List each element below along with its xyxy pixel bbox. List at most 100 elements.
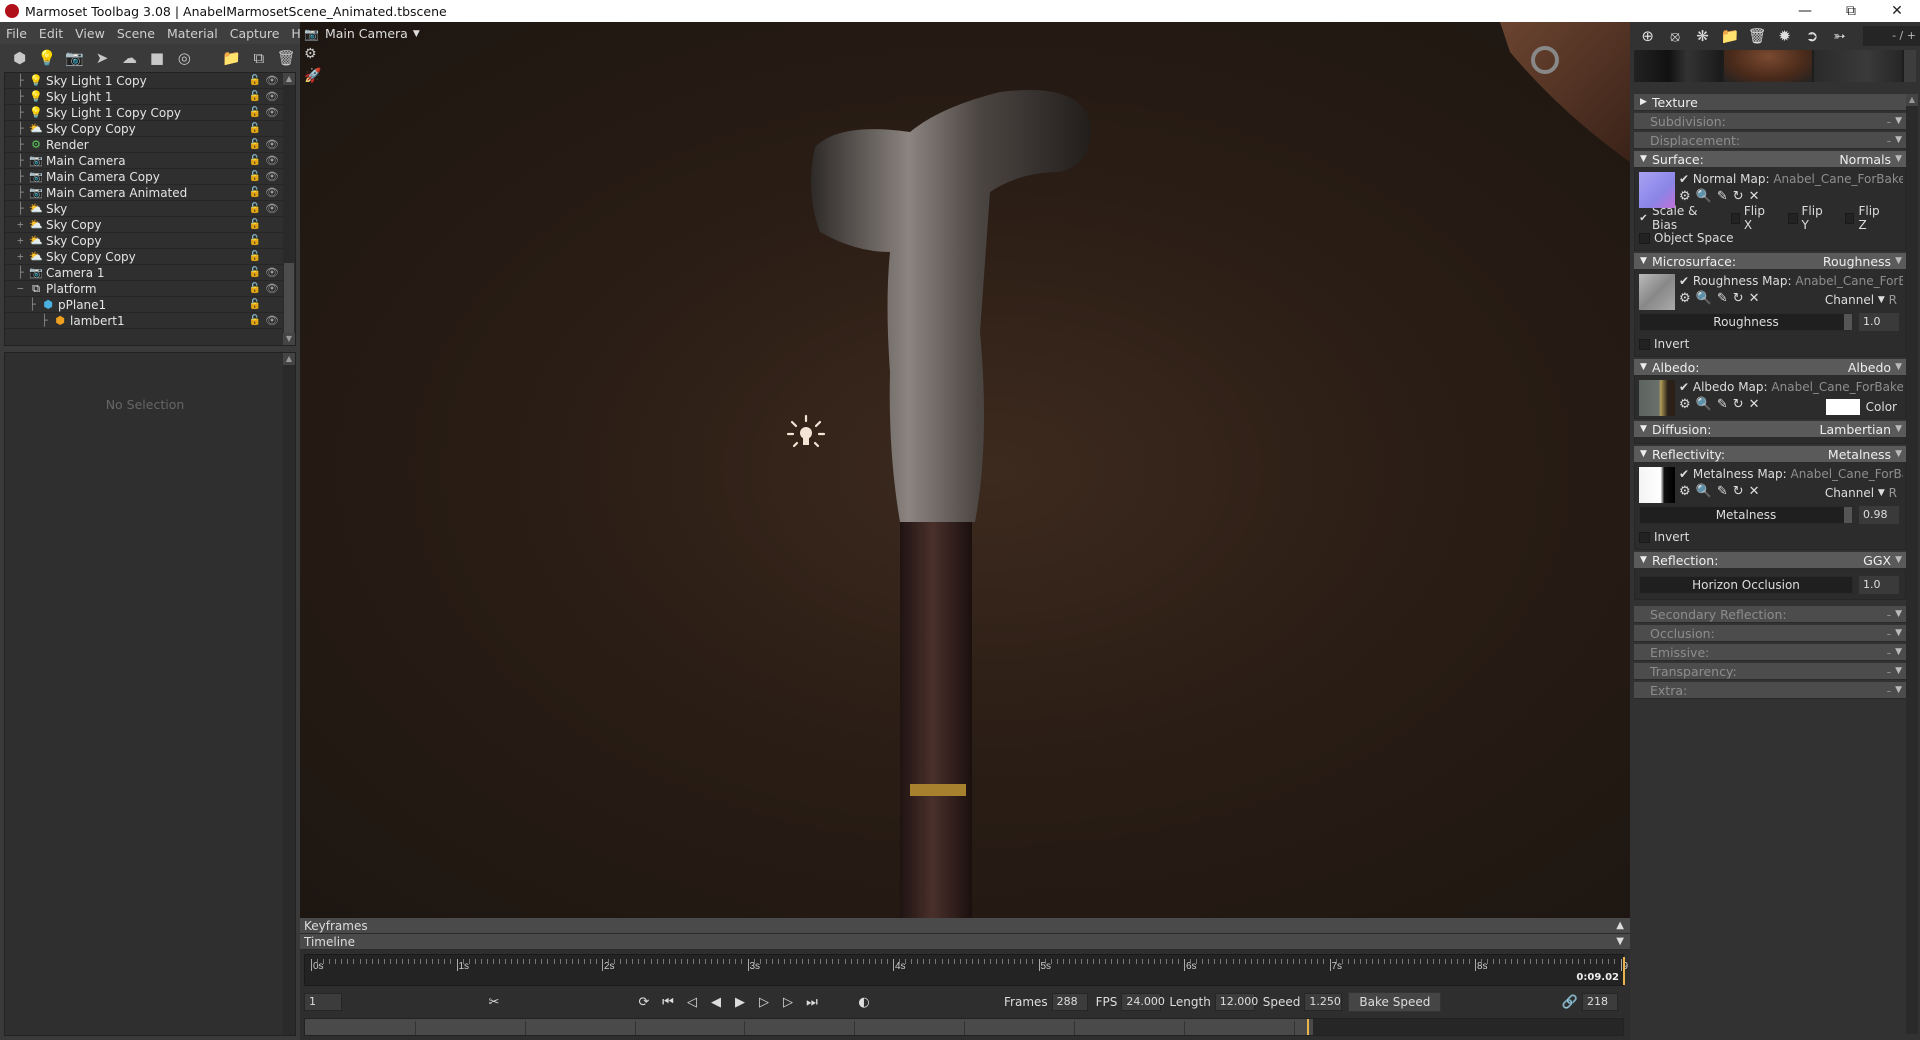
pencil-icon[interactable]: ✎ bbox=[1717, 189, 1733, 204]
secondary-reflection-section-header[interactable]: Secondary Reflection: - ▼ bbox=[1634, 606, 1906, 623]
delete-material-icon[interactable]: 🗑 bbox=[1744, 27, 1771, 45]
checker-icon[interactable]: ❋ bbox=[1689, 27, 1716, 45]
close-icon[interactable]: ✕ bbox=[1749, 189, 1765, 204]
close-button[interactable]: ✕ bbox=[1874, 0, 1920, 22]
scale-bias-checkbox[interactable]: ✔ Scale & Bias bbox=[1639, 204, 1713, 232]
light-gizmo-icon[interactable] bbox=[786, 414, 826, 454]
map-file-name[interactable]: Anabel_Cane_ForBake_Can bbox=[1773, 172, 1903, 186]
map-file-name[interactable]: Anabel_Cane_ForBake_C bbox=[1791, 467, 1903, 481]
eye-icon[interactable]: 👁 bbox=[265, 106, 279, 119]
flip-z-checkbox[interactable]: Flip Z bbox=[1845, 204, 1885, 232]
close-icon[interactable]: ✕ bbox=[1749, 484, 1765, 499]
scroll-down-arrow[interactable]: ▼ bbox=[283, 333, 295, 345]
outliner-item[interactable]: ├ ⚙ Render 🔓 👁 bbox=[5, 137, 285, 153]
material-scrollbar[interactable]: ▲ bbox=[1906, 94, 1918, 1034]
extra-section-header[interactable]: Extra: - ▼ bbox=[1634, 682, 1906, 699]
tree-connector[interactable]: + bbox=[5, 250, 29, 263]
close-icon[interactable]: ✕ bbox=[1749, 291, 1765, 306]
length-field[interactable]: 12.000 bbox=[1214, 993, 1258, 1011]
scrub-marker[interactable] bbox=[1306, 1019, 1309, 1035]
chevron-down-icon[interactable]: ▼ bbox=[1895, 256, 1902, 266]
duplicate-material-icon[interactable]: ⦻ bbox=[1661, 27, 1688, 45]
timeline-scrubber[interactable] bbox=[304, 1018, 1624, 1036]
checkmark-icon[interactable]: ✔ bbox=[1679, 172, 1689, 186]
map-file-name[interactable]: Anabel_Cane_ForBake_Can bbox=[1771, 380, 1903, 394]
assign-material-icon[interactable]: ✹ bbox=[1771, 27, 1798, 45]
outliner-item[interactable]: + ⛅ Sky Copy 🔓 bbox=[5, 217, 285, 233]
add-bake-icon[interactable]: ■ bbox=[143, 47, 170, 69]
minimize-button[interactable]: — bbox=[1782, 0, 1828, 22]
add-shadow-catcher-icon[interactable]: ➤ bbox=[88, 47, 115, 69]
reload-icon[interactable]: ↻ bbox=[1733, 291, 1749, 306]
gear-icon[interactable]: ⚙ bbox=[1679, 397, 1696, 412]
invert-checkbox[interactable]: Invert bbox=[1639, 337, 1689, 351]
chevron-down-icon[interactable]: ▼ bbox=[1895, 609, 1902, 619]
roughness-map-thumbnail[interactable] bbox=[1639, 274, 1675, 310]
outliner-item[interactable]: ├ 📷 Main Camera Animated 🔓 👁 bbox=[5, 185, 285, 201]
chevron-down-icon[interactable]: ▼ bbox=[1895, 628, 1902, 638]
search-icon[interactable]: 🔍 bbox=[1696, 189, 1717, 204]
albedo-color-swatch[interactable] bbox=[1825, 399, 1860, 415]
skip-to-end-icon[interactable]: ⏭ bbox=[800, 995, 824, 1010]
collapse-up-icon[interactable]: ▲ bbox=[1616, 918, 1624, 934]
outliner-item[interactable]: ├ 📷 Camera 1 🔓 👁 bbox=[5, 265, 285, 281]
lock-icon[interactable]: 🔓 bbox=[249, 91, 261, 102]
add-turntable-icon[interactable]: ◎ bbox=[171, 47, 198, 69]
properties-scrollbar[interactable]: ▲ bbox=[283, 353, 295, 1035]
close-icon[interactable]: ✕ bbox=[1749, 397, 1765, 412]
lock-icon[interactable]: 🔓 bbox=[249, 187, 261, 198]
tree-connector[interactable]: + bbox=[5, 234, 29, 247]
lock-icon[interactable]: 🔓 bbox=[249, 299, 261, 310]
pencil-icon[interactable]: ✎ bbox=[1717, 484, 1733, 499]
link-icon[interactable]: 🔗 bbox=[1558, 995, 1582, 1010]
menu-scene[interactable]: Scene bbox=[111, 26, 161, 41]
tree-connector[interactable]: + bbox=[5, 218, 29, 231]
speed-field[interactable]: 1.250 bbox=[1304, 993, 1343, 1011]
occlusion-section-header[interactable]: Occlusion: - ▼ bbox=[1634, 625, 1906, 642]
open-folder-icon[interactable]: 📁 bbox=[218, 47, 245, 69]
chevron-down-icon[interactable]: ▼ bbox=[1895, 449, 1902, 459]
metalness-slider[interactable]: Metalness bbox=[1639, 506, 1853, 524]
timeline-header[interactable]: Timeline ▼ bbox=[300, 934, 1630, 950]
time-ruler[interactable]: 0:09.02 0s1s2s3s4s5s6s7s8s9 bbox=[304, 954, 1628, 986]
add-mesh-icon[interactable]: ⬢ bbox=[6, 47, 33, 69]
displacement-section-header[interactable]: Displacement: - ▼ bbox=[1634, 132, 1906, 149]
channel-selector[interactable]: Channel ▼ R bbox=[1825, 486, 1897, 500]
reload-icon[interactable]: ↻ bbox=[1733, 397, 1749, 412]
outliner-item[interactable]: ├ 📷 Main Camera 🔓 👁 bbox=[5, 153, 285, 169]
surface-section-header[interactable]: ▼ Surface: Normals ▼ bbox=[1634, 151, 1906, 168]
normal-map-thumbnail[interactable] bbox=[1639, 172, 1675, 208]
outliner-item[interactable]: ├ 📷 Main Camera Copy 🔓 👁 bbox=[5, 169, 285, 185]
pencil-icon[interactable]: ✎ bbox=[1717, 291, 1733, 306]
rocket-icon[interactable]: 🚀 bbox=[304, 68, 321, 84]
outliner-item[interactable]: − ⧉ Platform 🔓 👁 bbox=[5, 281, 285, 297]
restore-button[interactable]: ⧉ bbox=[1828, 0, 1874, 22]
eye-icon[interactable]: 👁 bbox=[265, 282, 279, 295]
outliner-item[interactable]: ├ ⬢ pPlane1 🔓 bbox=[5, 297, 285, 313]
chevron-down-icon[interactable]: ▼ bbox=[1895, 135, 1902, 145]
eye-icon[interactable]: 👁 bbox=[265, 90, 279, 103]
gear-icon[interactable]: ⚙ bbox=[1679, 484, 1696, 499]
lock-icon[interactable]: 🔓 bbox=[249, 219, 261, 230]
outliner-item[interactable]: ├ ⬢ lambert1 🔓 👁 bbox=[5, 313, 285, 329]
lock-icon[interactable]: 🔓 bbox=[249, 75, 261, 86]
menu-view[interactable]: View bbox=[69, 26, 111, 41]
duplicate-icon[interactable]: ⧉ bbox=[245, 47, 272, 69]
chevron-down-icon[interactable]: ▼ bbox=[1895, 647, 1902, 657]
add-sky-icon[interactable]: ☁ bbox=[116, 47, 143, 69]
scissors-icon[interactable]: ✂ bbox=[482, 995, 506, 1010]
gear-icon[interactable]: ⚙ bbox=[1679, 189, 1696, 204]
eye-icon[interactable]: 👁 bbox=[265, 154, 279, 167]
chevron-down-icon[interactable]: ▼ bbox=[1895, 685, 1902, 695]
keyframes-header[interactable]: Keyframes ▲ bbox=[300, 918, 1630, 934]
link-value-field[interactable]: 218 bbox=[1582, 993, 1618, 1011]
eye-icon[interactable]: 👁 bbox=[265, 266, 279, 279]
reflectivity-section-header[interactable]: ▼ Reflectivity: Metalness ▼ bbox=[1634, 446, 1906, 463]
checkmark-icon[interactable]: ✔ bbox=[1679, 380, 1689, 394]
lock-icon[interactable]: 🔓 bbox=[249, 251, 261, 262]
previous-key-icon[interactable]: ◁ bbox=[680, 995, 704, 1010]
object-space-checkbox[interactable]: Object Space bbox=[1639, 231, 1733, 245]
menu-edit[interactable]: Edit bbox=[33, 26, 69, 41]
checkmark-icon[interactable]: ✔ bbox=[1679, 467, 1689, 481]
pencil-icon[interactable]: ✎ bbox=[1717, 397, 1733, 412]
